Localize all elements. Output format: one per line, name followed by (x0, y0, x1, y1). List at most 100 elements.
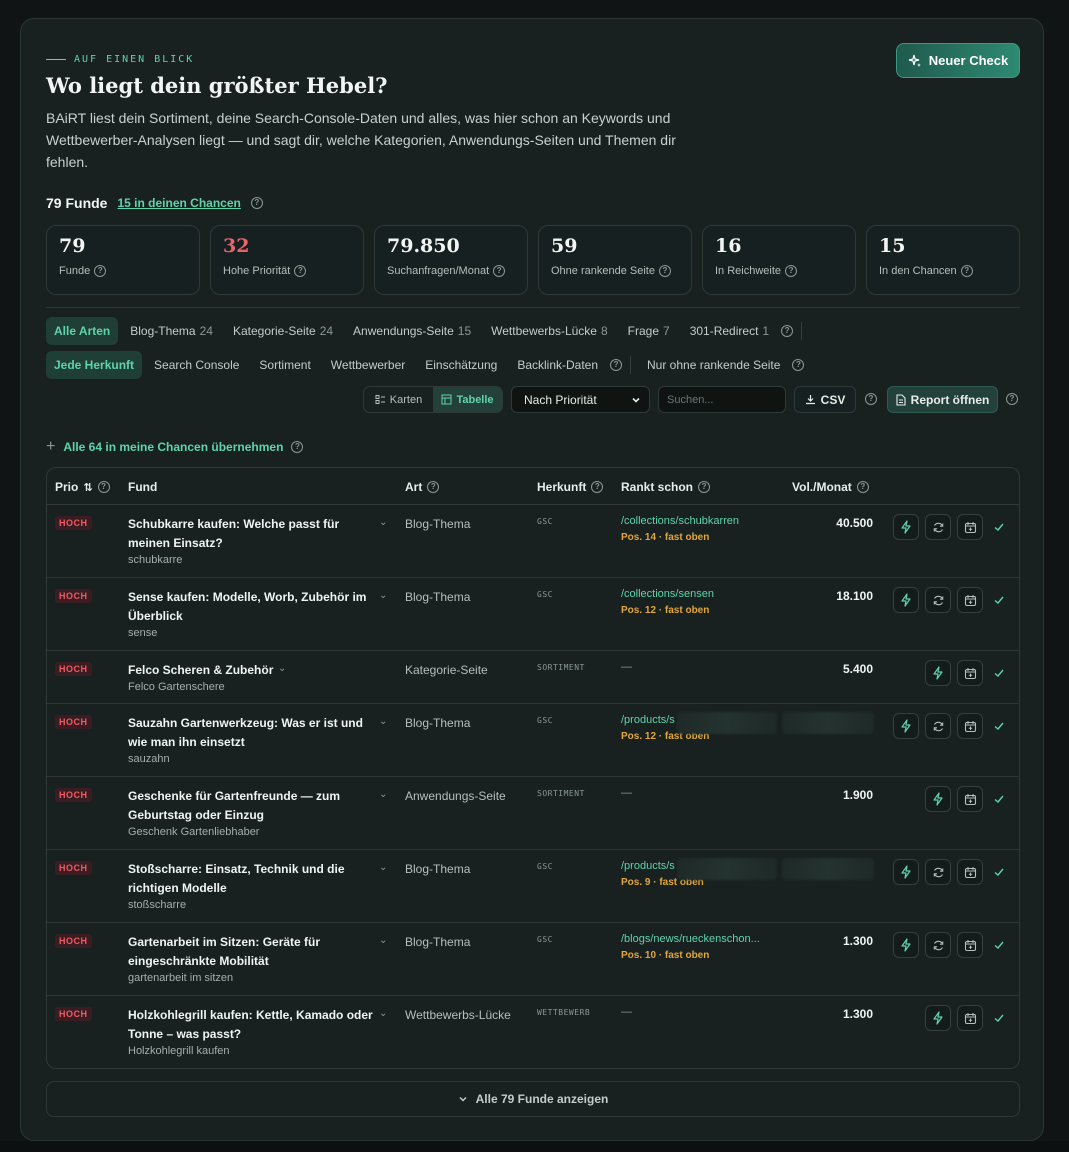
filter-source-gsc[interactable]: Search Console (146, 351, 247, 379)
schedule-button[interactable] (957, 587, 983, 613)
table-row[interactable]: HOCH Sauzahn Gartenwerkzeug: Was er ist u… (47, 704, 1019, 777)
filter-source-backlink[interactable]: Backlink-Daten (509, 351, 606, 379)
search-input[interactable] (658, 386, 786, 413)
csv-export-button[interactable]: CSV (794, 386, 856, 413)
adopt-button[interactable] (989, 587, 1009, 613)
finding-title[interactable]: Felco Scheren & Zubehör (128, 661, 378, 680)
finding-title[interactable]: Gartenarbeit im Sitzen: Geräte für einge… (128, 933, 378, 971)
help-icon[interactable]: ? (591, 481, 604, 493)
help-icon[interactable]: ? (960, 265, 973, 277)
filter-type-all[interactable]: Alle Arten (46, 317, 119, 345)
quick-action-button[interactable] (893, 514, 919, 540)
quick-action-button[interactable] (925, 660, 951, 686)
help-icon[interactable]: ? (427, 481, 440, 493)
filter-type-competitor-gap[interactable]: Wettbewerbs-Lücke 8 (483, 317, 616, 345)
adopt-button[interactable] (989, 713, 1009, 739)
chevron-down-icon[interactable]: ⌄ (379, 935, 387, 946)
schedule-button[interactable] (957, 514, 983, 540)
adopt-button[interactable] (989, 1005, 1009, 1031)
filter-source-all[interactable]: Jede Herkunft (46, 351, 143, 379)
refresh-button[interactable] (925, 514, 951, 540)
filter-type-category[interactable]: Kategorie-Seite 24 (225, 317, 341, 345)
help-icon[interactable]: ? (1006, 393, 1018, 405)
schedule-button[interactable] (957, 932, 983, 958)
quick-action-button[interactable] (893, 859, 919, 885)
filter-type-application[interactable]: Anwendungs-Seite 15 (345, 317, 479, 345)
finding-title[interactable]: Sauzahn Gartenwerkzeug: Was er ist und w… (128, 714, 378, 752)
quick-action-button[interactable] (925, 786, 951, 812)
ranking-url[interactable]: /collections/schubkarren (621, 515, 781, 527)
filter-source-competitor[interactable]: Wettbewerber (323, 351, 413, 379)
filter-type-question[interactable]: Frage 7 (620, 317, 678, 345)
finding-title[interactable]: Stoßscharre: Einsatz, Technik und die ri… (128, 860, 378, 898)
sort-select[interactable]: Nach Priorität (511, 386, 650, 413)
refresh-button[interactable] (925, 932, 951, 958)
help-icon[interactable]: ? (658, 265, 671, 277)
filter-only-unranked[interactable]: Nur ohne rankende Seite (639, 351, 788, 379)
adopt-button[interactable] (989, 786, 1009, 812)
help-icon[interactable]: ? (698, 481, 711, 493)
chevron-down-icon[interactable]: ⌄ (379, 716, 387, 727)
ranking-url[interactable]: /collections/sensen (621, 588, 781, 600)
help-icon[interactable]: ? (781, 325, 794, 337)
table-row[interactable]: HOCH Holzkohlegrill kaufen: Kettle, Kamad… (47, 996, 1019, 1068)
chances-link[interactable]: 15 in deinen Chancen (117, 196, 240, 210)
filter-source-assortment[interactable]: Sortiment (251, 351, 318, 379)
priority-badge: HOCH (55, 516, 92, 530)
quick-action-button[interactable] (893, 587, 919, 613)
filter-type-blog[interactable]: Blog-Thema 24 (122, 317, 221, 345)
table-row[interactable]: HOCH Sense kaufen: Modelle, Worb, Zubehör… (47, 578, 1019, 651)
help-icon[interactable]: ? (785, 265, 798, 277)
refresh-button[interactable] (925, 587, 951, 613)
open-report-button[interactable]: Report öffnen (887, 386, 998, 413)
schedule-button[interactable] (957, 713, 983, 739)
view-table-button[interactable]: Tabelle (433, 387, 502, 412)
adopt-button[interactable] (989, 859, 1009, 885)
help-icon[interactable]: ? (856, 481, 869, 493)
show-all-button[interactable]: Alle 79 Funde anzeigen (46, 1081, 1020, 1117)
table-row[interactable]: HOCH Geschenke für Gartenfreunde — zum Ge… (47, 777, 1019, 850)
table-row[interactable]: HOCH Gartenarbeit im Sitzen: Geräte für e… (47, 923, 1019, 996)
help-icon[interactable]: ? (97, 481, 110, 493)
finding-title[interactable]: Geschenke für Gartenfreunde — zum Geburt… (128, 787, 378, 825)
help-icon[interactable]: ? (94, 265, 107, 277)
help-icon[interactable]: ? (493, 265, 506, 277)
table-row[interactable]: HOCH Schubkarre kaufen: Welche passt für … (47, 505, 1019, 578)
adopt-button[interactable] (989, 514, 1009, 540)
help-icon[interactable]: ? (294, 265, 307, 277)
refresh-button[interactable] (925, 859, 951, 885)
help-icon[interactable]: ? (250, 197, 263, 209)
schedule-button[interactable] (957, 786, 983, 812)
chevron-down-icon[interactable]: ⌄ (379, 590, 387, 601)
chevron-down-icon[interactable]: ⌄ (379, 862, 387, 873)
table-row[interactable]: HOCH Stoßscharre: Einsatz, Technik und di… (47, 850, 1019, 923)
help-icon[interactable]: ? (865, 393, 877, 405)
finding-title[interactable]: Schubkarre kaufen: Welche passt für mein… (128, 515, 378, 553)
chevron-down-icon[interactable]: ⌄ (379, 789, 387, 800)
chevron-down-icon[interactable]: ⌄ (379, 517, 387, 528)
view-cards-button[interactable]: Karten (364, 387, 433, 412)
finding-title[interactable]: Sense kaufen: Modelle, Worb, Zubehör im … (128, 588, 378, 626)
finding-title[interactable]: Holzkohlegrill kaufen: Kettle, Kamado od… (128, 1006, 378, 1044)
refresh-button[interactable] (925, 713, 951, 739)
quick-action-button[interactable] (925, 1005, 951, 1031)
chevron-down-icon[interactable]: ⌄ (278, 663, 286, 674)
filter-source-assessment[interactable]: Einschätzung (417, 351, 505, 379)
help-icon[interactable]: ? (291, 441, 304, 453)
filter-type-redirect[interactable]: 301-Redirect 1 (682, 317, 777, 345)
chevron-down-icon[interactable]: ⌄ (379, 1008, 387, 1019)
quick-action-button[interactable] (893, 932, 919, 958)
help-icon[interactable]: ? (792, 359, 805, 371)
quick-action-button[interactable] (893, 713, 919, 739)
new-check-button[interactable]: Neuer Check (896, 43, 1020, 78)
adopt-button[interactable] (989, 660, 1009, 686)
schedule-button[interactable] (957, 859, 983, 885)
col-prio[interactable]: Prio ⇅ ? (55, 480, 110, 494)
ranking-url[interactable]: /blogs/news/rueckenschon... (621, 933, 781, 945)
adopt-button[interactable] (989, 932, 1009, 958)
adopt-all-button[interactable]: + Alle 64 in meine Chancen übernehmen ? (46, 438, 304, 456)
schedule-button[interactable] (957, 1005, 983, 1031)
table-row[interactable]: HOCH Felco Scheren & Zubehör Felco Gartens… (47, 651, 1019, 704)
help-icon[interactable]: ? (610, 359, 623, 371)
schedule-button[interactable] (957, 660, 983, 686)
